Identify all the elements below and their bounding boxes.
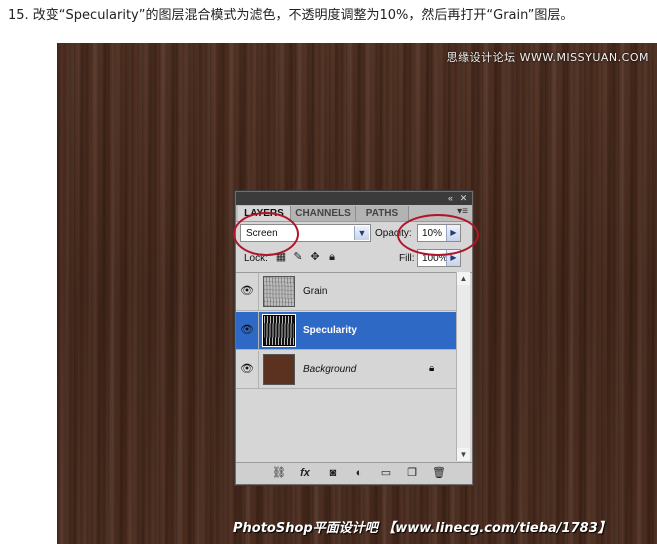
layers-panel: « ✕ LAYERS CHANNELS PATHS ▾≡ Screen ▼ Op…: [235, 191, 473, 485]
lock-row: Lock: ▦ ✎ ✥ 🔒︎ Fill: 100% ▶: [236, 248, 472, 268]
layer-name-grain: Grain: [303, 286, 328, 297]
collapse-icon[interactable]: «: [445, 193, 456, 204]
close-icon[interactable]: ✕: [458, 193, 469, 204]
adjustment-icon[interactable]: ◐: [352, 466, 366, 480]
layers-list: 👁︎ Grain 👁︎ Specularity 👁︎ Background 🔒︎: [236, 272, 472, 462]
fill-value: 100%: [422, 253, 448, 264]
layer-row-background[interactable]: 👁︎ Background 🔒︎: [236, 351, 456, 389]
opacity-label: Opacity:: [375, 228, 412, 239]
link-icon[interactable]: ⛓︎: [272, 466, 286, 480]
fill-label: Fill:: [399, 253, 415, 264]
fill-stepper-icon[interactable]: ▶: [446, 250, 460, 266]
fx-icon[interactable]: fx: [298, 466, 312, 480]
layer-row-grain[interactable]: 👁︎ Grain: [236, 273, 456, 311]
lock-position-icon[interactable]: ✥: [309, 251, 321, 263]
opacity-value: 10%: [422, 228, 443, 239]
group-icon[interactable]: ▭: [379, 466, 393, 480]
layer-name-specularity: Specularity: [303, 325, 357, 336]
layer-thumbnail-specularity: [262, 314, 296, 347]
lock-label: Lock:: [244, 253, 268, 264]
instruction-text: 15. 改变“Specularity”的图层混合模式为滤色，不透明度调整为10%…: [8, 8, 574, 23]
eye-icon[interactable]: 👁︎: [240, 362, 254, 376]
panel-titlebar: « ✕: [236, 192, 472, 205]
mask-icon[interactable]: ◙: [326, 466, 340, 480]
watermark-top: 思缘设计论坛 WWW.MISSYUAN.COM: [446, 51, 649, 64]
eye-divider: [258, 273, 259, 310]
panel-tabs: LAYERS CHANNELS PATHS ▾≡: [236, 205, 472, 222]
trash-icon[interactable]: 🗑︎: [432, 466, 446, 480]
blend-mode-value: Screen: [246, 228, 278, 239]
eye-divider: [258, 351, 259, 388]
blend-mode-select[interactable]: Screen ▼: [240, 224, 371, 242]
tab-channels[interactable]: CHANNELS: [291, 206, 356, 221]
opacity-field[interactable]: 10% ▶: [417, 224, 461, 242]
eye-divider: [258, 312, 259, 349]
opacity-stepper-icon[interactable]: ▶: [446, 225, 460, 241]
lock-all-icon[interactable]: 🔒︎: [326, 251, 338, 263]
layer-name-background: Background: [303, 364, 357, 375]
lock-transparent-icon[interactable]: ▦: [275, 251, 287, 263]
chevron-down-icon[interactable]: ▼: [354, 226, 369, 240]
scroll-down-icon[interactable]: ▼: [457, 448, 470, 461]
layer-thumbnail-grain: [263, 276, 295, 307]
lock-icon: 🔒︎: [429, 363, 435, 374]
lock-image-icon[interactable]: ✎: [292, 251, 304, 263]
fill-field[interactable]: 100% ▶: [417, 249, 461, 267]
panel-menu-icon[interactable]: ▾≡: [457, 206, 468, 217]
scroll-up-icon[interactable]: ▲: [457, 272, 470, 285]
new-layer-icon[interactable]: ❐: [405, 466, 419, 480]
panel-footer: ⛓︎ fx ◙ ◐ ▭ ❐ 🗑︎: [236, 462, 472, 484]
tab-paths[interactable]: PATHS: [356, 206, 409, 221]
layers-scrollbar[interactable]: ▲ ▼: [456, 272, 470, 461]
layer-thumbnail-background: [263, 354, 295, 385]
layer-row-specularity[interactable]: 👁︎ Specularity: [236, 312, 456, 350]
watermark-bottom: PhotoShop平面设计吧 【www.linecg.com/tieba/178…: [233, 521, 611, 536]
tab-layers[interactable]: LAYERS: [238, 206, 291, 221]
eye-icon[interactable]: 👁︎: [240, 284, 254, 298]
eye-icon[interactable]: 👁︎: [240, 323, 254, 337]
